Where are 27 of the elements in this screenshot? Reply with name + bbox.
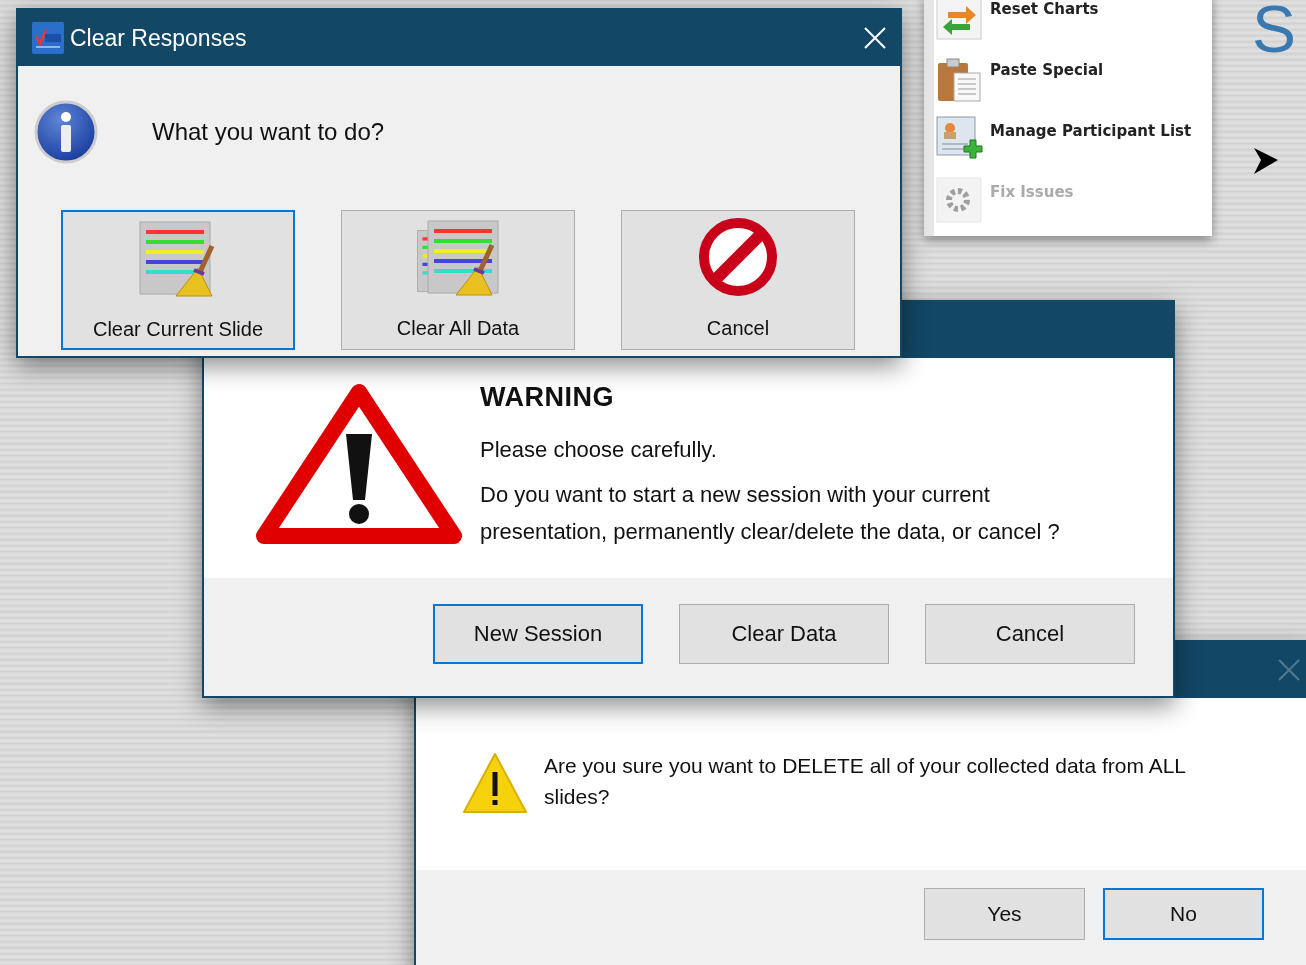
warning-heading: WARNING [480, 382, 615, 413]
dialog-button[interactable]: Cancel [621, 210, 855, 350]
close-icon [864, 27, 886, 49]
prompt-text: What you want to do? [152, 118, 385, 146]
dialog-button[interactable]: Clear All Data [341, 210, 575, 350]
dialog-button[interactable]: No [1103, 888, 1264, 940]
menu-item[interactable]: Reset Charts [990, 0, 1099, 18]
app-logo-icon [32, 22, 64, 54]
message-text: Are you sure you want to DELETE all of your collected data from ALL slides? [544, 753, 1187, 810]
dialog-button[interactable]: Cancel [925, 604, 1135, 664]
broom-list-icon [416, 217, 500, 299]
dialog-button[interactable]: Clear Data [679, 604, 889, 664]
dialog-button[interactable]: Clear Current Slide [61, 210, 295, 350]
slide-title: S [1252, 0, 1297, 62]
menu-item[interactable]: Manage Participant List [990, 116, 1192, 140]
clipboard-icon [936, 55, 984, 103]
close-icon [1278, 659, 1300, 681]
message-text: Please choose carefully. [480, 436, 718, 464]
dialog-button[interactable]: New Session [433, 604, 643, 664]
warning-icon [462, 752, 528, 814]
info-icon [34, 100, 98, 164]
dialog-button[interactable]: Yes [924, 888, 1085, 940]
cursor-icon [1253, 147, 1279, 175]
menu-item[interactable]: Paste Special [990, 55, 1104, 79]
no-sign-icon [696, 217, 780, 299]
message-text: Do you want to start a new session with your current presentation, permanently clear/delete the data, or cancel ? [480, 481, 1060, 546]
window-title: Clear Responses [70, 24, 247, 52]
